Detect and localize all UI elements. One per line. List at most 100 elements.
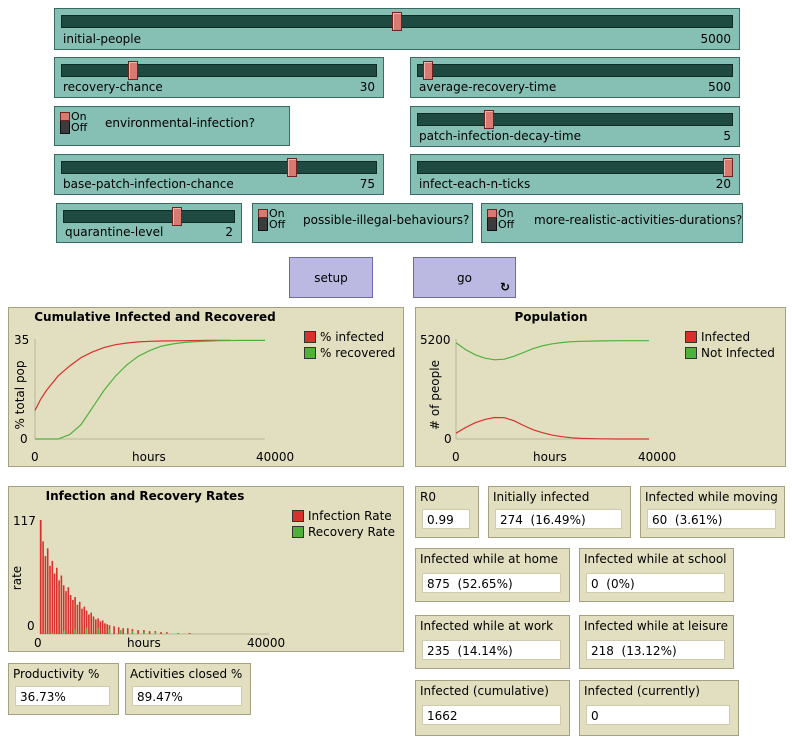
slider-thumb[interactable] [287,158,297,177]
switch-nub[interactable] [258,209,268,218]
monitor-label: R0 [420,490,436,504]
monitor-initially-infected: Initially infected 274 (16.49%) [488,486,631,538]
bar-infection-rate [92,616,95,634]
monitor-value-box: 0.99 [422,509,470,529]
legend-label: % recovered [320,346,396,360]
bar-infection-rate [83,606,86,634]
monitor-value-box: 1662 [422,705,561,725]
bar-recovery-rate [85,628,88,634]
bar-infection-rate [137,630,139,634]
plot-population: Population # of people 5200 0 0 hours 40… [415,307,786,467]
switch-label: environmental-infection? [105,116,255,130]
switch-environmental-infection[interactable]: On Off environmental-infection? [54,106,290,146]
slider-thumb[interactable] [484,110,494,129]
bar-infection-rate [81,608,83,634]
slider-average-recovery-time[interactable]: average-recovery-time 500 [410,57,740,98]
bar-recovery-rate [51,633,54,634]
switch-more-realistic-activities-durations[interactable]: On Off more-realistic-activities-duratio… [481,203,743,243]
bar-infection-rate [51,560,54,634]
monitor-value: 0 [591,709,599,723]
switch-nub[interactable] [60,112,70,121]
setup-button[interactable]: setup [289,257,373,298]
monitor-value: 0 (0%) [591,577,635,591]
switch-possible-illegal-behaviours[interactable]: On Off possible-illegal-behaviours? [252,203,473,243]
slider-track[interactable] [417,113,733,126]
series-line--infected [34,339,231,411]
slider-track[interactable] [61,64,377,77]
monitor-value: 0.99 [427,513,454,527]
bar-recovery-rate [97,628,99,634]
monitor-infected-while-moving: Infected while moving 60 (3.61%) [640,486,785,538]
slider-thumb[interactable] [392,12,402,31]
slider-label: initial-people [63,32,142,46]
slider-base-patch-infection-chance[interactable]: base-patch-infection-chance 75 [54,154,384,195]
monitor-value: 1662 [427,709,458,723]
bar-infection-rate [62,585,65,634]
slider-label: base-patch-infection-chance [63,177,234,191]
slider-track[interactable] [417,64,733,77]
legend-label: % infected [320,330,385,344]
monitor-label: Infected (cumulative) [420,684,549,698]
bar-infection-rate [160,632,162,634]
bar-infection-rate [60,575,63,634]
legend-label: Infected [701,330,751,344]
slider-value: 20 [715,177,731,191]
legend-label: Recovery Rate [308,525,395,539]
slider-label: recovery-chance [63,80,163,94]
slider-track[interactable] [61,161,377,174]
plot-legend: Infected Not Infected [685,330,775,362]
legend-entry: % infected [304,330,395,346]
bar-infection-rate [69,595,72,634]
bar-infection-rate [56,567,58,634]
plot-legend: Infection Rate Recovery Rate [292,509,395,541]
slider-thumb[interactable] [423,61,433,80]
bar-infection-rate [74,597,76,634]
monitor-label: Infected while at work [420,619,554,633]
slider-track[interactable] [63,210,235,223]
bar-recovery-rate [177,633,179,634]
monitor-label: Productivity % [13,667,100,681]
slider-track[interactable] [417,161,733,174]
monitor-infected-while-at-home: Infected while at home 875 (52.65%) [415,548,570,602]
legend-swatch [292,510,304,522]
slider-thumb[interactable] [172,207,182,226]
go-button[interactable]: go ↻ [413,257,516,298]
legend-entry: Not Infected [685,346,775,362]
bar-recovery-rate [74,629,76,634]
slider-thumb[interactable] [723,158,733,177]
monitor-label: Initially infected [493,490,590,504]
slider-patch-infection-decay-time[interactable]: patch-infection-decay-time 5 [410,106,740,147]
plot-cumulative-infected-recovered: Cumulative Infected and Recovered % tota… [8,307,404,467]
slider-recovery-chance[interactable]: recovery-chance 30 [54,57,384,98]
switch-toggle[interactable] [258,209,268,231]
monitor-label: Infected while at school [584,552,727,566]
legend-swatch [304,331,316,343]
slider-initial-people[interactable]: initial-people 5000 [54,8,740,50]
slider-quarantine-level[interactable]: quarantine-level 2 [56,203,242,243]
monitor-value: 89.47% [137,690,183,704]
legend-entry: % recovered [304,346,395,362]
slider-thumb[interactable] [128,61,138,80]
monitor-label: Infected (currently) [584,684,700,698]
monitor-value-box: 60 (3.61%) [647,509,776,529]
monitor-infected-currently: Infected (currently) 0 [579,680,739,736]
series-line--recovered [35,339,265,440]
slider-value: 5000 [700,32,731,46]
switch-off-label: Off [498,218,515,231]
bar-infection-rate [76,604,79,634]
series-line-not-infected [455,340,649,361]
monitor-activities-closed: Activities closed % 89.47% [125,663,251,715]
switch-nub[interactable] [487,209,497,218]
bar-recovery-rate [108,629,111,634]
plot-infection-recovery-rates: Infection and Recovery Rates rate 117 0 … [8,486,404,652]
monitor-label: Activities closed % [130,667,243,681]
switch-toggle[interactable] [60,112,70,134]
bar-infection-rate [67,587,70,634]
slider-label: infect-each-n-ticks [419,177,531,191]
bar-infection-rate [65,591,67,634]
slider-infect-each-n-ticks[interactable]: infect-each-n-ticks 20 [410,154,740,195]
series-line-infected [455,416,649,440]
switch-toggle[interactable] [487,209,497,231]
monitor-value-box: 235 (14.14%) [422,640,561,660]
bar-infection-rate [99,621,102,634]
